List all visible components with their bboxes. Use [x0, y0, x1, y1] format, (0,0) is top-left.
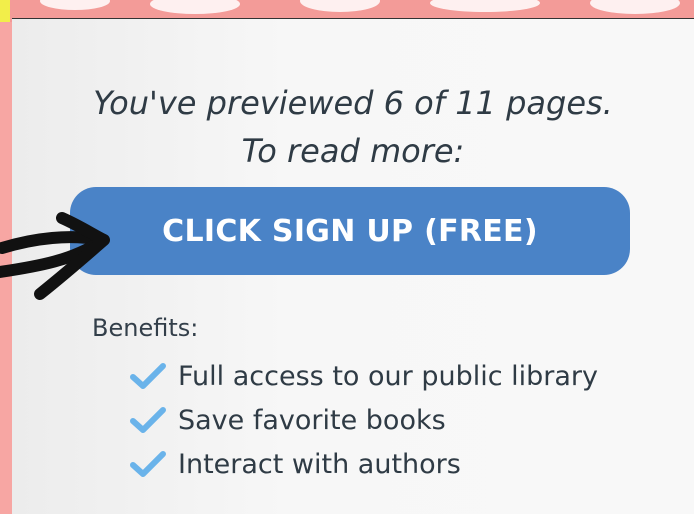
checkmark-icon: [130, 407, 166, 433]
decorative-blob: [150, 0, 240, 14]
checkmark-icon: [130, 363, 166, 389]
arrow-icon: [0, 212, 110, 300]
decorative-blob: [590, 0, 680, 14]
list-item: Full access to our public library: [130, 354, 598, 398]
checkmark-icon: [130, 451, 166, 477]
sign-up-button[interactable]: CLICK SIGN UP (FREE): [70, 187, 630, 275]
benefits-list: Full access to our public library Save f…: [130, 354, 598, 486]
benefit-label: Save favorite books: [178, 404, 446, 436]
list-item: Save favorite books: [130, 398, 598, 442]
benefit-label: Interact with authors: [178, 448, 461, 480]
page-canvas: You've previewed 6 of 11 pages. To read …: [0, 0, 694, 514]
decorative-blob: [430, 0, 540, 12]
decorative-blob: [300, 0, 380, 12]
benefit-label: Full access to our public library: [178, 360, 599, 392]
yellow-corner-accent: [0, 0, 10, 22]
benefits-heading: Benefits:: [92, 314, 199, 342]
list-item: Interact with authors: [130, 442, 598, 486]
preview-count-text: You've previewed 6 of 11 pages.: [93, 84, 613, 122]
decorative-blob: [40, 0, 110, 10]
read-more-text: To read more:: [241, 132, 465, 170]
